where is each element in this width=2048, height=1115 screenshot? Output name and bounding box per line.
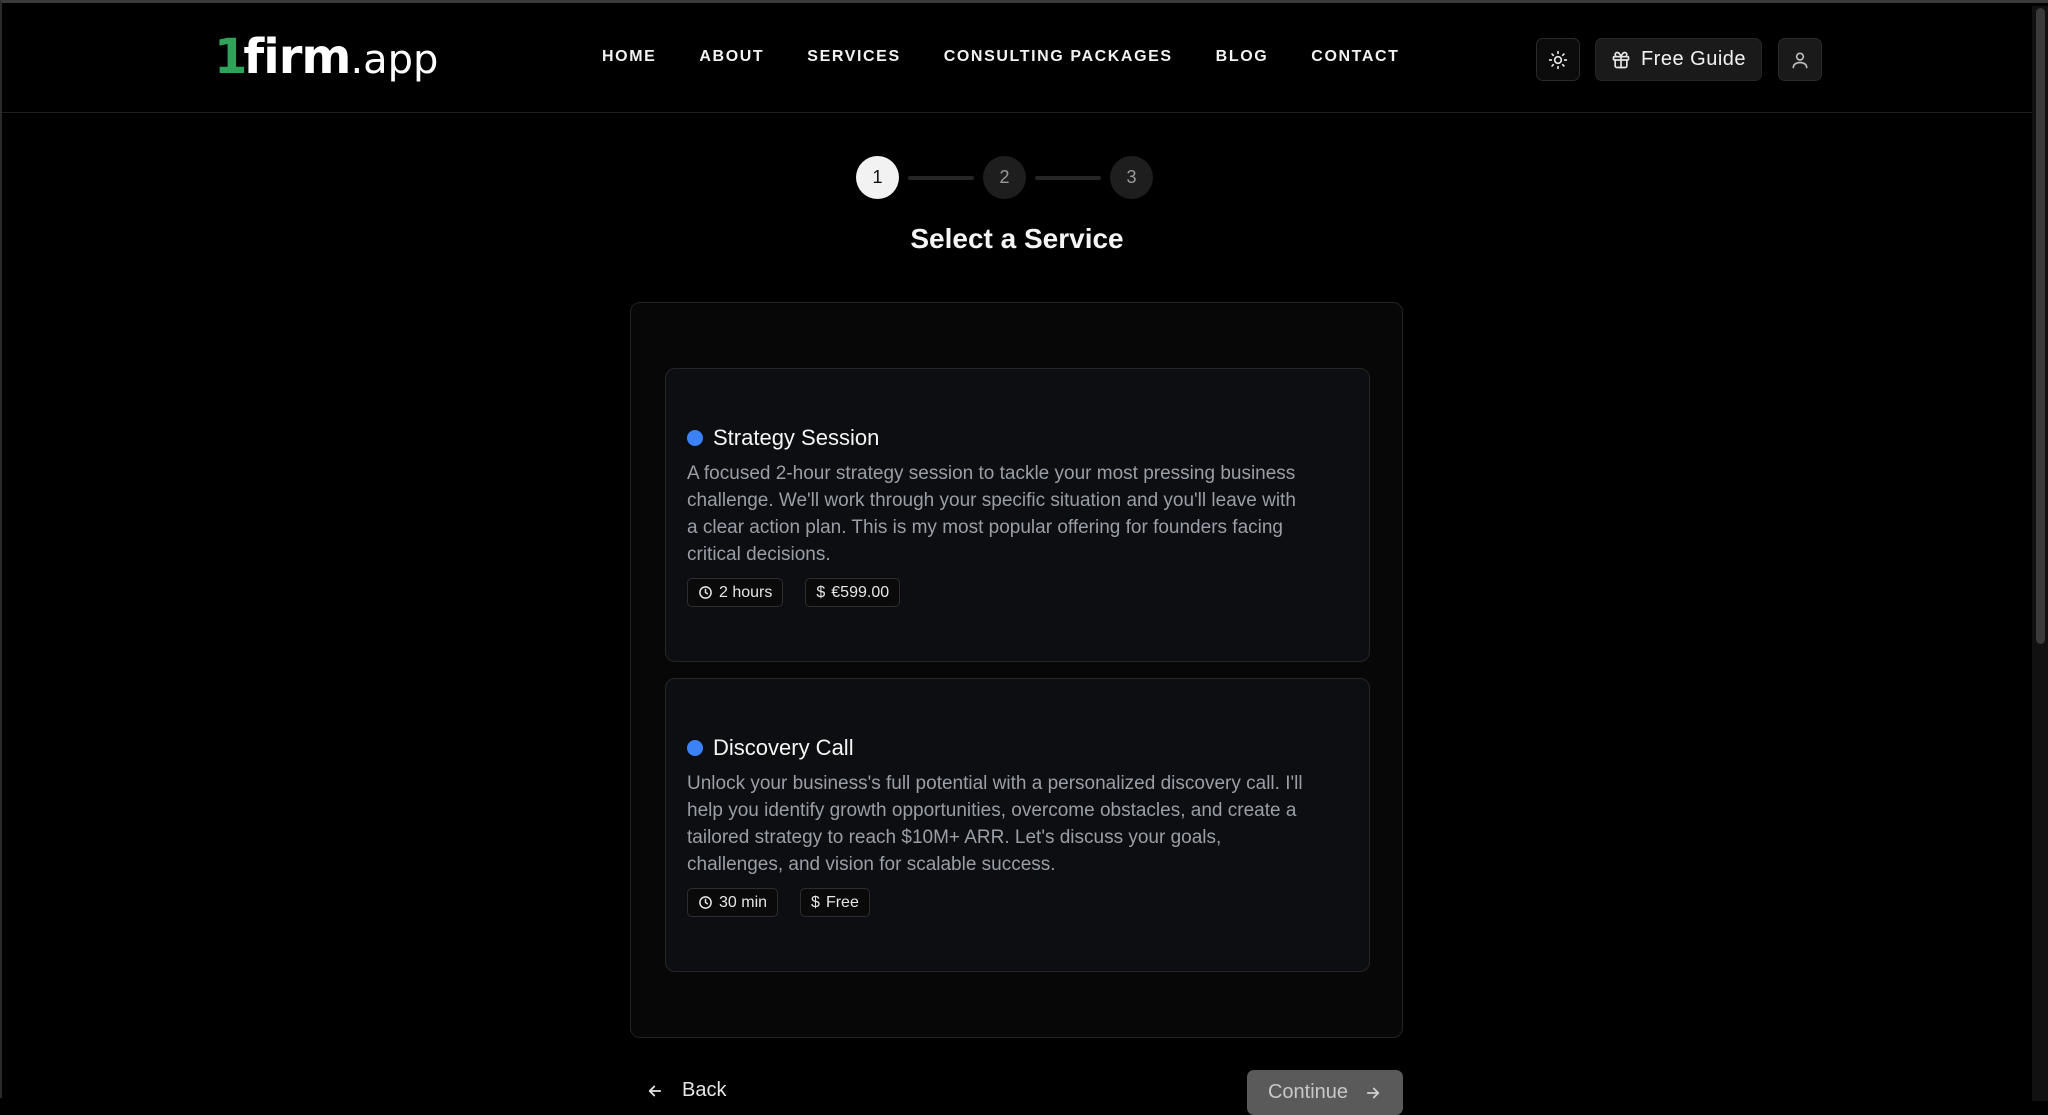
service-card-strategy-session[interactable]: Strategy Session A focused 2-hour strate…	[665, 368, 1370, 662]
theme-toggle-button[interactable]	[1536, 38, 1580, 81]
booking-stepper: 1 2 3	[856, 156, 1153, 199]
clock-icon	[699, 586, 712, 599]
back-button[interactable]: Back	[646, 1079, 726, 1102]
price-badge: $ Free	[800, 888, 870, 917]
service-header: Strategy Session	[687, 425, 879, 451]
duration-badge: 2 hours	[687, 578, 784, 607]
duration-badge: 30 min	[687, 888, 779, 917]
account-button[interactable]	[1778, 38, 1822, 81]
logo-suffix: .app	[350, 37, 439, 83]
arrow-right-icon	[1366, 1087, 1380, 1098]
dollar-icon: $	[811, 893, 820, 911]
logo-wordmark: firm	[243, 29, 351, 85]
nav-blog[interactable]: BLOG	[1216, 48, 1269, 66]
step-connector	[1035, 175, 1101, 180]
page-title: Select a Service	[910, 223, 1124, 254]
nav-consulting-packages[interactable]: CONSULTING PACKAGES	[944, 48, 1173, 66]
clock-icon	[699, 896, 712, 909]
nav-home[interactable]: HOME	[602, 48, 656, 66]
service-header: Discovery Call	[687, 735, 854, 761]
step-3: 3	[1110, 156, 1153, 199]
service-name: Strategy Session	[713, 425, 880, 450]
service-description: Unlock your business's full potential wi…	[687, 773, 1303, 875]
site-header: 1 firm .app HOME ABOUT SERVICES CONSULTI…	[2, 3, 2032, 113]
scrollbar-thumb[interactable]	[2036, 8, 2045, 644]
service-description: A focused 2-hour strategy session to tac…	[687, 463, 1296, 565]
service-name: Discovery Call	[713, 735, 854, 760]
price-text: €599.00	[831, 583, 890, 601]
nav-contact[interactable]: CONTACT	[1311, 48, 1399, 66]
service-card-discovery-call[interactable]: Discovery Call Unlock your business's fu…	[665, 678, 1370, 972]
service-tags: 30 min $ Free	[687, 888, 870, 917]
back-label: Back	[682, 1079, 727, 1101]
main-nav: HOME ABOUT SERVICES CONSULTING PACKAGES …	[602, 48, 1443, 66]
free-guide-button[interactable]: Free Guide	[1595, 38, 1762, 81]
logo-mark: 1	[214, 29, 247, 85]
service-panel: Strategy Session A focused 2-hour strate…	[630, 302, 1403, 1038]
continue-button[interactable]: Continue	[1247, 1070, 1403, 1115]
continue-label: Continue	[1267, 1081, 1349, 1103]
dollar-icon: $	[816, 583, 826, 601]
service-dot-icon	[687, 740, 703, 756]
page-scrollbar[interactable]	[2032, 6, 2048, 1101]
step-2: 2	[983, 156, 1026, 199]
gift-icon	[1612, 51, 1630, 68]
free-guide-label: Free Guide	[1640, 48, 1747, 70]
service-dot-icon	[687, 430, 703, 446]
step-connector	[908, 175, 974, 180]
app-window: 1 firm .app HOME ABOUT SERVICES CONSULTI…	[0, 0, 2048, 1115]
nav-about[interactable]: ABOUT	[699, 48, 764, 66]
service-tags: 2 hours $ €599.00	[687, 578, 901, 607]
logo[interactable]: 1 firm .app	[214, 29, 438, 89]
step-1: 1	[856, 156, 899, 199]
nav-services[interactable]: SERVICES	[807, 48, 900, 66]
arrow-left-icon	[648, 1085, 662, 1096]
sun-icon	[1548, 50, 1568, 69]
duration-text: 30 min	[719, 893, 768, 911]
price-badge: $ €599.00	[805, 578, 901, 607]
duration-text: 2 hours	[719, 583, 773, 601]
user-icon	[1792, 52, 1808, 68]
price-text: Free	[825, 893, 859, 911]
